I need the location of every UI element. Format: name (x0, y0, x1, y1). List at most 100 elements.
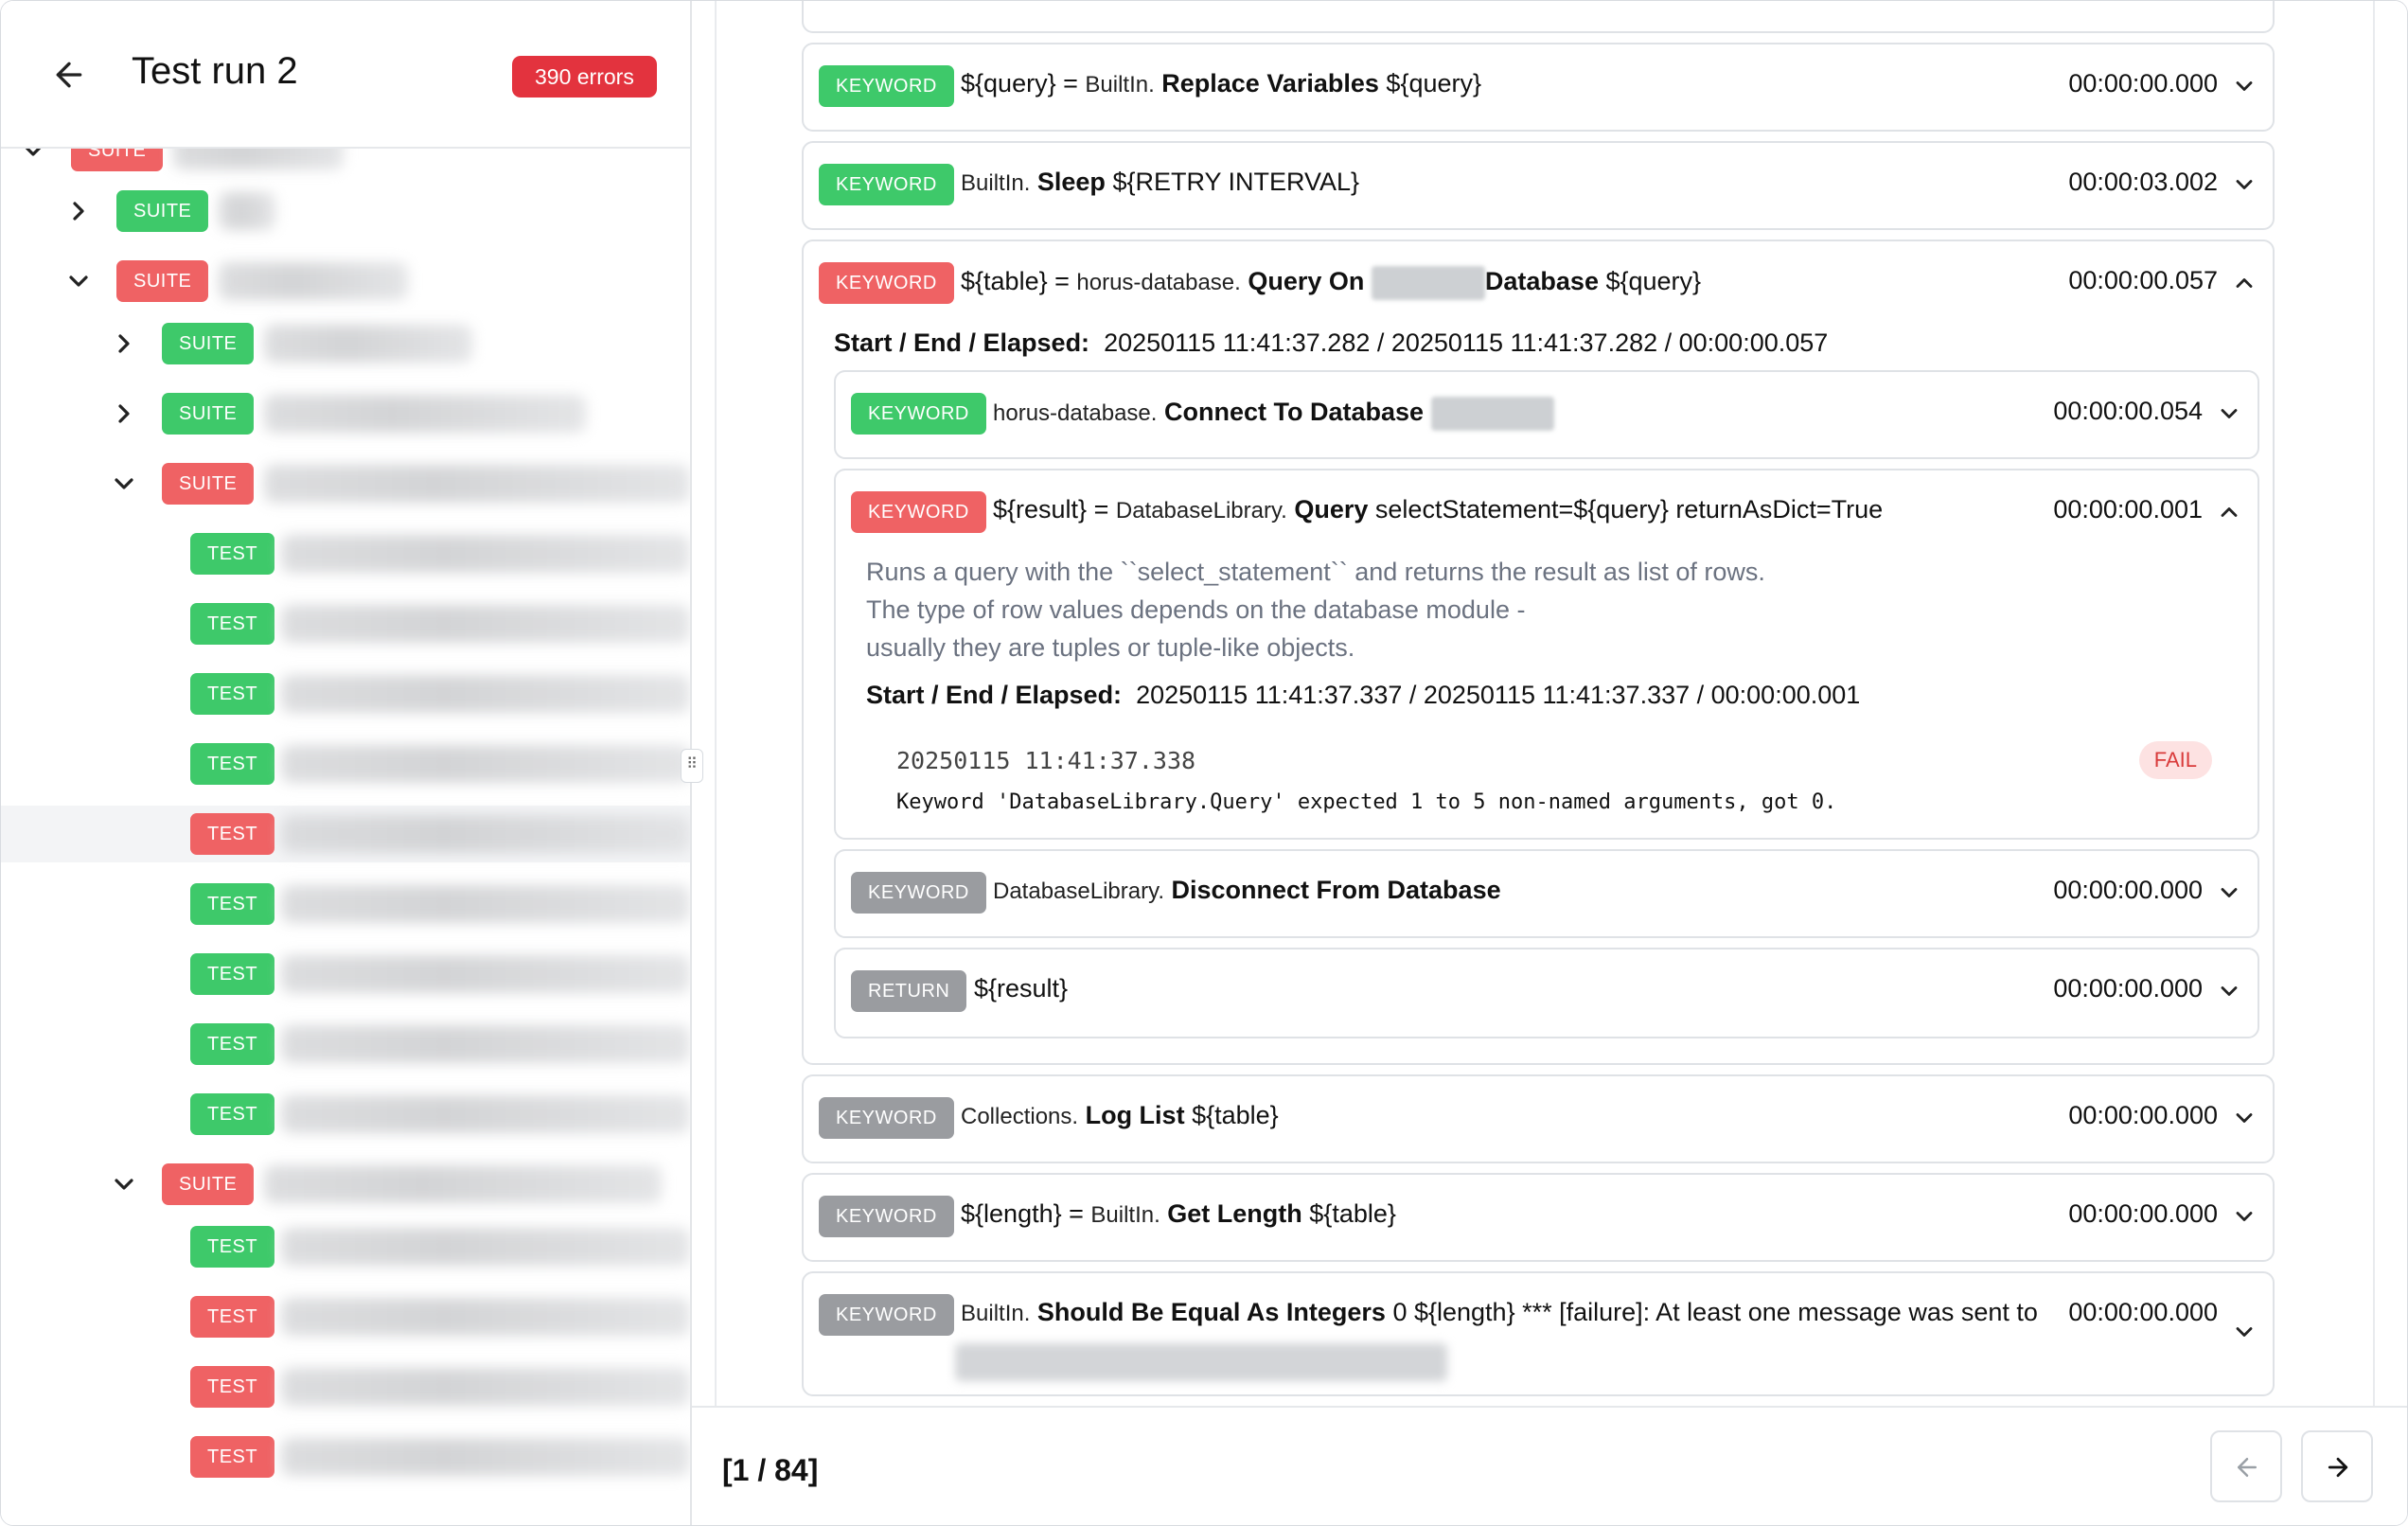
keyword-card[interactable]: RETURN ${result} 00:00:00.000 (834, 948, 2259, 1038)
chevron-down-icon[interactable] (2216, 879, 2242, 906)
tree-item-test[interactable]: TEST (1, 806, 690, 862)
keyword-library: BuiltIn. (961, 1301, 1031, 1326)
keyword-card-partial (802, 1, 2275, 33)
chevron-down-icon[interactable] (63, 266, 94, 296)
keyword-assign: ${length} = (961, 1199, 1091, 1228)
keyword-card[interactable]: KEYWORD DatabaseLibrary. Disconnect From… (834, 849, 2259, 938)
chevron-down-icon[interactable] (2231, 1319, 2258, 1345)
test-badge: TEST (190, 813, 275, 855)
error-count-badge: 390 errors (512, 56, 657, 98)
keyword-badge: KEYWORD (851, 393, 986, 435)
keyword-args: selectStatement=${query} returnAsDict=Tr… (1368, 495, 1884, 523)
tree-item-suite[interactable]: SUITE (1, 315, 690, 372)
test-badge: TEST (190, 603, 275, 645)
prev-button[interactable] (2210, 1430, 2282, 1502)
tree-item-suite[interactable]: SUITE (1, 385, 690, 442)
tree-item-suite[interactable]: SUITE (1, 149, 690, 179)
log-level-badge: FAIL (2138, 741, 2212, 779)
next-button[interactable] (2301, 1430, 2373, 1502)
keyword-library: BuiltIn. (1085, 72, 1155, 98)
tree-item-test[interactable]: TEST (1, 736, 690, 792)
keyword-args: ${RETRY INTERVAL} (1105, 168, 1360, 196)
keyword-badge: KEYWORD (819, 1294, 954, 1336)
tree-item-suite[interactable]: SUITE (1, 253, 690, 310)
suite-badge: SUITE (162, 1163, 255, 1205)
chevron-up-icon[interactable] (2231, 270, 2258, 296)
tree-item-test[interactable]: TEST (1, 1218, 690, 1275)
arrow-left-icon (2238, 1458, 2257, 1477)
chevron-down-icon[interactable] (109, 1169, 139, 1199)
keyword-timing: Start / End / Elapsed: 20250115 11:41:37… (834, 328, 1829, 357)
redacted-name (219, 192, 275, 230)
keyword-elapsed: 00:00:00.000 (2068, 1298, 2218, 1326)
tree-item-test[interactable]: TEST (1, 665, 690, 722)
keyword-name: Disconnect From Database (1171, 876, 1501, 904)
keyword-name: Replace Variables (1161, 69, 1379, 98)
tree-item-test[interactable]: TEST (1, 1288, 690, 1345)
tree-item-suite[interactable]: SUITE (1, 183, 690, 240)
back-button[interactable] (50, 56, 88, 94)
keyword-elapsed: 00:00:00.000 (2068, 69, 2218, 98)
chevron-down-icon[interactable] (2231, 1105, 2258, 1131)
tree-item-suite[interactable]: SUITE (1, 455, 690, 512)
result-tree: SUITE SUITE SUITE SUITE SUITE SUITE TEST TEST TE… (1, 149, 690, 1525)
sidebar-header: Test run 2 390 errors (1, 1, 690, 149)
redacted-name (281, 605, 690, 643)
keyword-card[interactable]: KEYWORD BuiltIn. Should Be Equal As Inte… (802, 1271, 2275, 1396)
keyword-args: ${table} (1301, 1199, 1396, 1228)
tree-item-test[interactable]: TEST (1, 525, 690, 582)
chevron-down-icon[interactable] (2216, 400, 2242, 427)
keyword-card[interactable]: KEYWORD ${length} = BuiltIn. Get Length … (802, 1173, 2275, 1262)
chevron-right-icon[interactable] (109, 399, 139, 429)
app-window: Test run 2 390 errors SUITE SUITE SUITE SUI… (0, 0, 2408, 1526)
test-badge: TEST (190, 953, 275, 995)
tree-item-test[interactable]: TEST (1, 1086, 690, 1143)
redacted-name (281, 1228, 690, 1266)
suite-badge: SUITE (162, 463, 255, 505)
keyword-elapsed: 00:00:00.000 (2053, 876, 2203, 904)
tree-item-test[interactable]: TEST (1, 946, 690, 1003)
keyword-args: ${table} (1184, 1101, 1279, 1129)
tree-item-test[interactable]: TEST (1, 1428, 690, 1485)
keyword-library: horus-database. (993, 400, 1158, 427)
keyword-elapsed: 00:00:00.000 (2053, 974, 2203, 1003)
keyword-elapsed: 00:00:00.054 (2053, 397, 2203, 425)
arrow-right-icon (2328, 1457, 2348, 1478)
chevron-down-icon[interactable] (109, 469, 139, 499)
redacted-name (281, 1095, 690, 1133)
suite-badge: SUITE (162, 323, 255, 364)
chevron-down-icon[interactable] (2216, 978, 2242, 1004)
tree-item-test[interactable]: TEST (1, 595, 690, 652)
chevron-down-icon[interactable] (2231, 1203, 2258, 1230)
tree-item-test[interactable]: TEST (1, 876, 690, 932)
tree-item-test[interactable]: TEST (1, 1016, 690, 1073)
redacted-name (281, 815, 690, 853)
chevron-down-icon[interactable] (2231, 171, 2258, 198)
keyword-card[interactable]: KEYWORD Collections. Log List ${table} 0… (802, 1074, 2275, 1163)
chevron-right-icon[interactable] (109, 328, 139, 359)
keyword-name: Query On (1248, 267, 1365, 296)
keyword-args: 0 ${length} *** [failure]: At least one … (1385, 1298, 2038, 1326)
keyword-args: ${query} (1378, 69, 1482, 98)
keyword-card[interactable]: KEYWORD BuiltIn. Sleep ${RETRY INTERVAL}… (802, 141, 2275, 230)
keyword-name: Query (1294, 495, 1369, 523)
page-title: Test run 2 (132, 50, 298, 92)
redacted-name (281, 745, 690, 783)
redacted-name (219, 262, 408, 300)
resize-handle[interactable]: ⠿ (681, 749, 703, 783)
redacted-name (281, 955, 690, 993)
keyword-card[interactable]: KEYWORD horus-database. Connect To Datab… (834, 370, 2259, 459)
chevron-down-icon[interactable] (18, 149, 48, 166)
redacted-name (264, 1165, 662, 1203)
chevron-down-icon[interactable] (2231, 73, 2258, 99)
keyword-badge: KEYWORD (819, 1097, 954, 1139)
keyword-card[interactable]: KEYWORD ${query} = BuiltIn. Replace Vari… (802, 43, 2275, 132)
keyword-badge: KEYWORD (851, 491, 986, 533)
keyword-doc-line: Runs a query with the ``select_statement… (866, 558, 1765, 586)
test-badge: TEST (190, 883, 275, 925)
chevron-right-icon[interactable] (63, 196, 94, 226)
tree-item-suite[interactable]: SUITE (1, 1156, 690, 1213)
tree-item-test[interactable]: TEST (1, 1358, 690, 1415)
chevron-up-icon[interactable] (2216, 499, 2242, 525)
keyword-elapsed: 00:00:03.002 (2068, 168, 2218, 196)
